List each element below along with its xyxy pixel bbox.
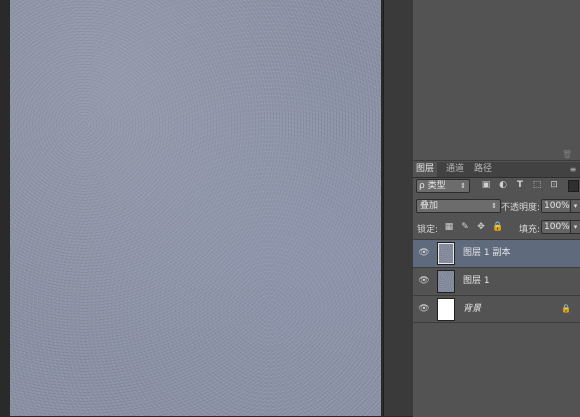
document-canvas[interactable]	[10, 0, 381, 416]
image-filter-icon[interactable]: ▣	[481, 180, 491, 191]
panel-dock-strip	[383, 0, 414, 416]
lock-image-pixels-icon[interactable]: ✎	[460, 222, 470, 233]
layer-name: 图层 1 副本	[463, 248, 511, 258]
layer-row-layer1[interactable]: 👁 图层 1	[413, 267, 580, 295]
opacity-slider-toggle[interactable]: ▾	[570, 199, 580, 213]
tab-channels[interactable]: 通道	[443, 162, 467, 177]
layer-name: 图层 1	[463, 276, 490, 286]
eye-icon[interactable]: 👁	[418, 248, 430, 258]
eye-icon[interactable]: 👁	[418, 276, 430, 286]
lock-icon: 🔒	[561, 304, 571, 313]
blend-mode-value: 叠加	[420, 201, 439, 211]
lock-transparent-pixels-icon[interactable]: ▦	[444, 222, 454, 233]
chevron-updown-icon: ⇕	[460, 182, 466, 190]
filter-select-value: 类型	[427, 181, 446, 191]
layer-name: 背景	[463, 304, 482, 314]
lock-all-icon[interactable]: 🔒	[492, 222, 503, 233]
layer-thumbnail	[437, 298, 455, 321]
shape-filter-icon[interactable]: ⬚	[532, 180, 542, 191]
tab-layers[interactable]: 图层	[413, 162, 438, 177]
adjustment-filter-icon[interactable]: ◐	[498, 180, 508, 191]
upper-panel-area	[413, 0, 580, 161]
eye-icon[interactable]: 👁	[418, 304, 430, 314]
layer-thumbnail	[437, 270, 455, 293]
fill-label: 填充:	[519, 225, 541, 235]
layer-row-background[interactable]: 👁 背景 🔒	[413, 295, 580, 323]
lock-label: 锁定:	[417, 225, 439, 235]
blend-mode-select[interactable]: 叠加 ⇕	[416, 199, 501, 213]
layers-panel-tabbar: 图层 通道 路径	[413, 162, 580, 178]
layers-empty-area	[413, 322, 580, 417]
type-filter-icon[interactable]: T	[515, 180, 525, 191]
filter-toggle-switch[interactable]	[568, 180, 579, 192]
opacity-field[interactable]: 100%	[541, 199, 571, 213]
smart-object-filter-icon[interactable]: ⊡	[549, 180, 559, 191]
layer-filter-select[interactable]: ρ 类型 ⇕	[416, 179, 470, 193]
layer-thumbnail	[437, 242, 455, 265]
panel-menu-icon[interactable]: ≡	[566, 163, 580, 176]
trash-icon[interactable]: 🗑	[562, 151, 572, 159]
fill-slider-toggle[interactable]: ▾	[570, 220, 580, 234]
tab-paths[interactable]: 路径	[471, 162, 495, 177]
fill-field[interactable]: 100%	[541, 220, 571, 234]
search-icon: ρ	[419, 181, 425, 191]
chevron-updown-icon: ⇕	[491, 202, 497, 210]
layer-row-layer1-copy[interactable]: 👁 图层 1 副本	[413, 239, 580, 267]
lock-position-icon[interactable]: ✥	[476, 222, 486, 233]
opacity-label: 不透明度:	[501, 203, 541, 213]
